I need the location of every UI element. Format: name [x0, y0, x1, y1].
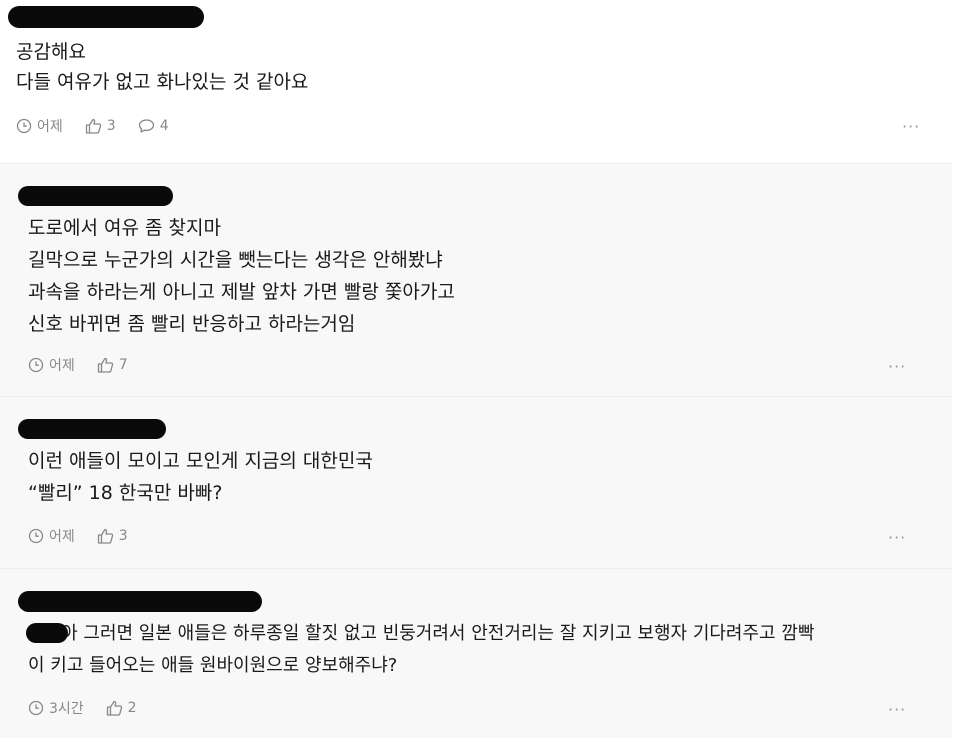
- comment: 공감해요 다들 여유가 없고 화나있는 것 같아요 어제 3 4 ···: [0, 0, 966, 163]
- redacted-username: [8, 6, 204, 28]
- like-count: 3: [106, 118, 116, 134]
- more-options-button[interactable]: ···: [888, 530, 906, 546]
- timestamp: 어제: [28, 526, 75, 546]
- clock-icon: [28, 700, 44, 716]
- timestamp: 어제: [16, 116, 63, 136]
- timestamp: 3시간: [28, 698, 84, 718]
- reply-comment: ㅋㅋ아 그러면 일본 애들은 하루종일 할짓 없고 빈둥거려서 안전거리는 잘 …: [0, 568, 952, 738]
- more-options-button[interactable]: ···: [888, 359, 906, 375]
- like-count: 7: [118, 357, 128, 373]
- like-count: 3: [118, 528, 128, 544]
- comment-meta: 어제 3: [28, 526, 150, 546]
- comment-line: 도로에서 여유 좀 찾지마: [28, 217, 221, 239]
- reply-comment: 이런 애들이 모이고 모인게 지금의 대한민국 “빨리” 18 한국만 바빠? …: [0, 396, 952, 568]
- timestamp-text: 어제: [37, 119, 63, 135]
- comment-line: 길막으로 누군가의 시간을 뺏는다는 생각은 안해봤냐: [28, 249, 443, 271]
- more-options-button[interactable]: ···: [888, 702, 906, 718]
- like-count: 2: [127, 700, 137, 716]
- like-button[interactable]: 3: [97, 528, 128, 544]
- like-button[interactable]: 7: [97, 357, 128, 373]
- comment-line: 다들 여유가 없고 화나있는 것 같아요: [16, 71, 309, 93]
- comment-line: 신호 바뀌면 좀 빨리 반응하고 하라는거임: [28, 313, 356, 335]
- comment-line: 공감해요: [16, 41, 86, 63]
- timestamp-text: 어제: [49, 529, 75, 545]
- redacted-username: [18, 591, 262, 612]
- timestamp-text: 어제: [49, 358, 75, 374]
- like-button[interactable]: 3: [85, 118, 116, 134]
- more-options-button[interactable]: ···: [902, 119, 920, 135]
- thumbs-up-icon: [85, 118, 101, 134]
- reply-count: 4: [159, 118, 169, 134]
- timestamp: 어제: [28, 355, 75, 375]
- clock-icon: [28, 528, 44, 544]
- comment-meta: 어제 7: [28, 355, 150, 375]
- comment-line: 과속을 하라는게 아니고 제발 앞차 가면 빨랑 쫓아가고: [28, 281, 455, 303]
- like-button[interactable]: 2: [106, 700, 137, 716]
- thumbs-up-icon: [97, 528, 113, 544]
- reply-button[interactable]: 4: [138, 118, 169, 134]
- redacted-username: [18, 419, 166, 439]
- comment-meta: 3시간 2: [28, 698, 159, 718]
- clock-icon: [28, 357, 44, 373]
- comment-line: ㅋㅋ아 그러면 일본 애들은 하루종일 할짓 없고 빈둥거려서 안전거리는 잘 …: [28, 623, 815, 644]
- thumbs-up-icon: [106, 700, 122, 716]
- speech-bubble-icon: [138, 119, 154, 133]
- timestamp-text: 3시간: [49, 701, 84, 717]
- redacted-text: [26, 623, 68, 643]
- redacted-username: [18, 186, 173, 206]
- reply-comment: 도로에서 여유 좀 찾지마 길막으로 누군가의 시간을 뺏는다는 생각은 안해봤…: [0, 163, 952, 396]
- thumbs-up-icon: [97, 357, 113, 373]
- comment-line: 이 키고 들어오는 애들 원바이원으로 양보해주냐?: [28, 655, 398, 676]
- comment-meta: 어제 3 4: [16, 116, 191, 136]
- comment-line: “빨리” 18 한국만 바빠?: [28, 482, 223, 504]
- comment-line: 이런 애들이 모이고 모인게 지금의 대한민국: [28, 450, 373, 472]
- comment-thread: 공감해요 다들 여유가 없고 화나있는 것 같아요 어제 3 4 ··· 도로에…: [0, 0, 966, 738]
- clock-icon: [16, 118, 32, 134]
